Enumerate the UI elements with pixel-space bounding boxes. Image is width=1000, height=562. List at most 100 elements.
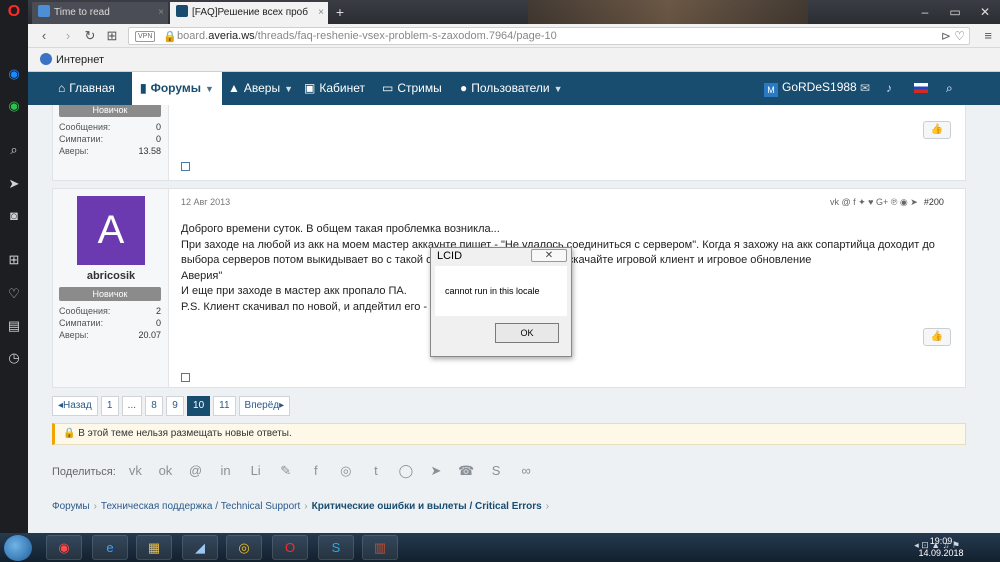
page-link[interactable]: 1 bbox=[100, 396, 119, 416]
skype-icon[interactable]: S bbox=[486, 463, 507, 478]
prev-page-button[interactable]: ◂Назад bbox=[52, 396, 98, 416]
breadcrumb-support[interactable]: Техническая поддержка / Technical Suppor… bbox=[101, 501, 300, 512]
dialog-close-button[interactable]: ✕ bbox=[531, 249, 567, 262]
close-window-icon[interactable]: ✕ bbox=[970, 0, 1000, 24]
chevron-right-icon: › bbox=[304, 501, 308, 512]
nav-home[interactable]: ⌂ Главная bbox=[58, 72, 115, 105]
opera-logo-icon[interactable]: O bbox=[6, 4, 22, 20]
tab-faq[interactable]: [FAQ]Решение всех проб × bbox=[170, 2, 328, 24]
history-icon[interactable]: ◷ bbox=[6, 350, 22, 366]
forward-icon[interactable]: › bbox=[60, 28, 76, 44]
russian-flag-icon[interactable] bbox=[914, 83, 928, 93]
internet-explorer-icon[interactable]: e bbox=[92, 535, 128, 560]
tab-time-to-read[interactable]: Time to read × bbox=[32, 2, 168, 24]
tumblr-icon[interactable]: t bbox=[365, 463, 386, 478]
breadcrumb-critical-errors[interactable]: Критические ошибки и вылеты / Critical E… bbox=[312, 501, 542, 512]
file-explorer-icon[interactable]: ▦ bbox=[136, 535, 172, 560]
skype-icon[interactable]: S bbox=[318, 535, 354, 560]
nav-forums[interactable]: ▮ Форумы ▼ bbox=[132, 72, 222, 105]
tab-close-icon[interactable]: × bbox=[318, 2, 324, 24]
easy-setup-icon[interactable]: ≡ bbox=[984, 28, 992, 43]
liveinternet-icon[interactable]: Li bbox=[245, 463, 266, 478]
bookmark-internet[interactable]: Интернет bbox=[40, 53, 104, 66]
start-button[interactable] bbox=[4, 535, 32, 561]
post-username[interactable]: abricosik bbox=[53, 270, 169, 282]
avatar[interactable]: A bbox=[77, 196, 145, 265]
tab-close-icon[interactable]: × bbox=[158, 2, 164, 24]
chrome-icon[interactable]: ◎ bbox=[226, 535, 262, 560]
mail-ru-icon[interactable]: @ bbox=[185, 463, 206, 478]
breadcrumb-forums[interactable]: Форумы bbox=[52, 501, 90, 512]
address-bar: ‹ › ↻ ⊞ VPN 🔒 board.averia.ws/threads/fa… bbox=[28, 24, 1000, 48]
livejournal-icon[interactable]: ✎ bbox=[275, 463, 296, 479]
vk-icon[interactable]: vk bbox=[125, 463, 146, 478]
whatsapp-icon[interactable]: ◯ bbox=[395, 463, 416, 479]
link-icon[interactable]: ∞ bbox=[516, 463, 537, 478]
nav-streams[interactable]: ▭ Стримы bbox=[382, 72, 442, 105]
tab-favicon-icon bbox=[38, 5, 50, 17]
odnoklassniki-icon[interactable]: ok bbox=[155, 463, 176, 478]
rank-badge: Новичок bbox=[59, 105, 161, 117]
search-icon[interactable]: ⌕ bbox=[6, 142, 22, 158]
chevron-down-icon: ▼ bbox=[553, 84, 563, 94]
new-tab-button[interactable]: + bbox=[332, 4, 348, 20]
post-share-icons[interactable]: vk @ f ✦ ♥ G+ ℗ ◉ ➤ #200 bbox=[830, 197, 944, 208]
bell-icon[interactable]: ♪ bbox=[886, 81, 892, 95]
url-field[interactable]: VPN 🔒 board.averia.ws/threads/faq-reshen… bbox=[128, 27, 970, 45]
heart-icon[interactable]: ♡ bbox=[6, 286, 22, 302]
whatsapp-icon[interactable]: ◉ bbox=[6, 98, 22, 114]
select-checkbox[interactable] bbox=[181, 373, 190, 382]
globe-icon bbox=[40, 53, 52, 65]
camera-icon[interactable]: ◙ bbox=[6, 208, 22, 224]
chevron-down-icon: ▼ bbox=[284, 84, 294, 94]
snap-and-heart-icons[interactable]: ⊳ ♡ bbox=[941, 29, 965, 43]
page-link[interactable]: 8 bbox=[145, 396, 164, 416]
reload-icon[interactable]: ↻ bbox=[82, 28, 98, 44]
thread-locked-notice: 🔒 В этой теме нельзя размещать новые отв… bbox=[52, 423, 966, 445]
next-page-button[interactable]: Вперёд▸ bbox=[238, 396, 291, 416]
vpn-badge[interactable]: VPN bbox=[135, 31, 156, 42]
post-number[interactable]: #200 bbox=[924, 197, 944, 207]
mail-icon[interactable]: ✉ bbox=[860, 81, 870, 95]
search-icon[interactable]: ⌕ bbox=[946, 81, 953, 96]
viber-icon[interactable]: ☎ bbox=[456, 463, 477, 479]
speed-dial-grid-icon[interactable]: ⊞ bbox=[104, 28, 120, 44]
like-button[interactable]: 👍 bbox=[923, 328, 951, 346]
minimize-icon[interactable]: – bbox=[910, 0, 940, 24]
stat-messages: 2 Сообщения: bbox=[59, 306, 161, 316]
page-current[interactable]: 10 bbox=[187, 396, 211, 416]
messenger-icon[interactable]: ◉ bbox=[6, 66, 22, 82]
window-app-icon[interactable]: ◢ bbox=[182, 535, 218, 560]
user-menu[interactable]: M GoRDeS1988 bbox=[764, 80, 857, 97]
share-row: Поделиться: vk ok @ in Li ✎ f ◎ t ◯ ➤ ☎ … bbox=[52, 463, 537, 479]
opera-icon[interactable]: O bbox=[272, 535, 308, 560]
stream-icon: ▭ bbox=[382, 81, 394, 95]
clock[interactable]: 19:09 14.09.2018 bbox=[916, 535, 966, 559]
telegram-icon[interactable]: ➤ bbox=[426, 463, 447, 479]
back-icon[interactable]: ‹ bbox=[36, 28, 52, 44]
reddit-icon[interactable]: ◎ bbox=[335, 463, 356, 479]
select-checkbox[interactable] bbox=[181, 162, 190, 171]
taskbar-app-icon[interactable]: ◉ bbox=[46, 535, 82, 560]
post-user-column: Новичок 0 Сообщения: 0 Симпатии: 13.58 Авер… bbox=[53, 105, 169, 180]
nav-users[interactable]: ● Пользователи ▼ bbox=[460, 72, 563, 105]
nav-avers[interactable]: ▲ Аверы ▼ bbox=[228, 72, 293, 105]
linkedin-icon[interactable]: in bbox=[215, 463, 236, 478]
page-link[interactable]: 9 bbox=[166, 396, 185, 416]
chevron-down-icon[interactable]: ▼ bbox=[205, 84, 214, 94]
facebook-icon[interactable]: f bbox=[305, 463, 326, 478]
nav-cabinet[interactable]: ▣ Кабинет bbox=[304, 72, 365, 105]
like-button[interactable]: 👍 bbox=[923, 121, 951, 139]
page-link[interactable]: 11 bbox=[213, 396, 236, 416]
send-icon[interactable]: ➤ bbox=[6, 176, 22, 192]
chevron-right-icon: › bbox=[545, 501, 550, 512]
url-text[interactable]: board.averia.ws/threads/faq-reshenie-vse… bbox=[177, 30, 557, 42]
post-date[interactable]: 12 Авг 2013 bbox=[181, 197, 230, 207]
page-ellipsis[interactable]: ... bbox=[121, 396, 143, 416]
ok-button[interactable]: OK bbox=[495, 323, 559, 343]
news-icon[interactable]: ▤ bbox=[6, 318, 22, 334]
game-launcher-icon[interactable]: ▥ bbox=[362, 535, 398, 560]
speed-dial-icon[interactable]: ⊞ bbox=[6, 252, 22, 268]
tab-favicon-icon bbox=[176, 5, 188, 17]
maximize-icon[interactable]: ▭ bbox=[940, 0, 970, 24]
